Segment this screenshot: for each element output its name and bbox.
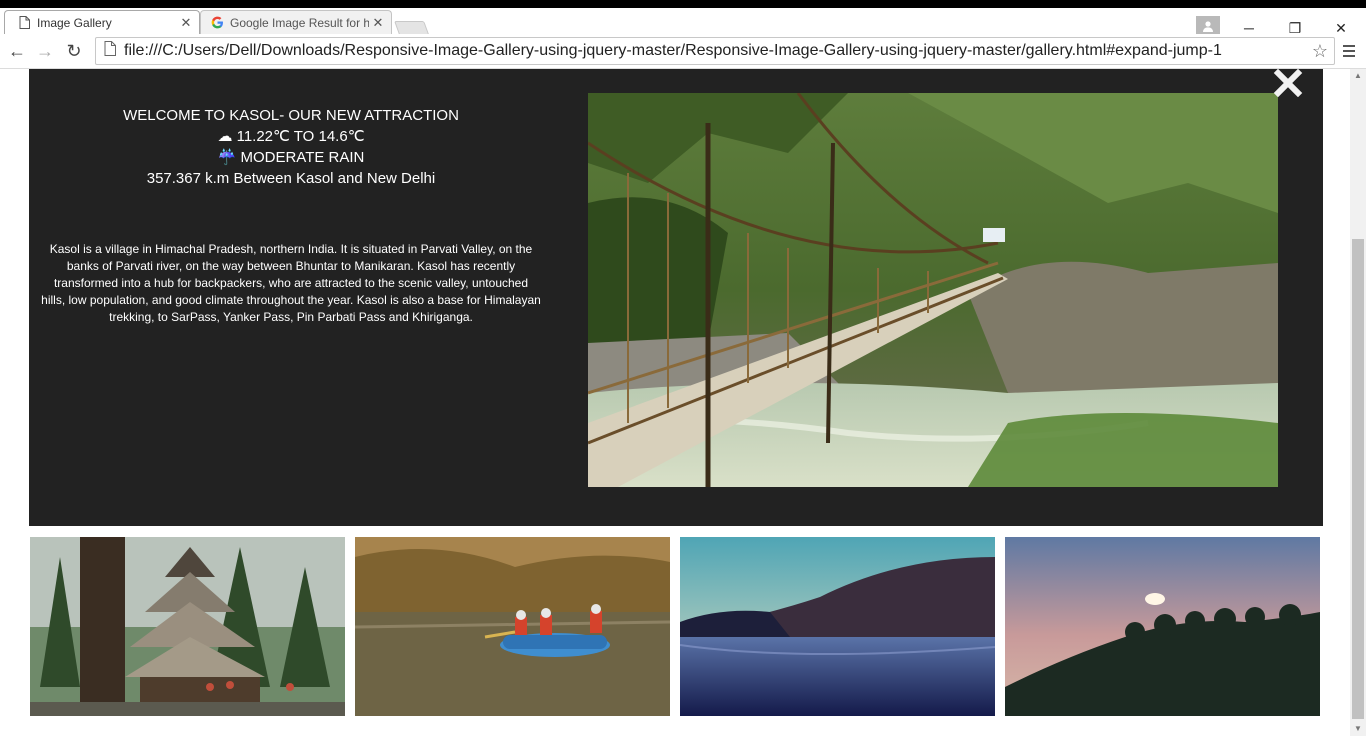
thumbnail-sunset[interactable] [1005, 537, 1320, 716]
tab-title: Image Gallery [37, 15, 112, 30]
attraction-title: WELCOME TO KASOL- OUR NEW ATTRACTION [123, 107, 459, 124]
browser-toolbar: ← → ↻ file:///C:/Users/Dell/Downloads/Re… [0, 34, 1366, 69]
tab-image-gallery[interactable]: Image Gallery ✕ [4, 10, 200, 34]
weather-condition: ☔ MODERATE RAIN [217, 149, 365, 166]
close-x-icon[interactable] [1273, 69, 1303, 98]
page-icon [17, 16, 31, 30]
info-column: WELCOME TO KASOL- OUR NEW ATTRACTION ☁ 1… [37, 105, 545, 326]
forward-button[interactable]: → [33, 40, 57, 62]
description-text: Kasol is a village in Himachal Pradesh, … [41, 242, 541, 324]
tab-strip: Image Gallery ✕ Google Image Result for … [0, 8, 1366, 37]
distance-info: 357.367 k.m Between Kasol and New Delhi [146, 170, 436, 187]
bookmark-star-icon[interactable]: ☆ [1312, 41, 1328, 62]
scroll-thumb[interactable] [1352, 239, 1364, 719]
scroll-up-arrow-icon[interactable]: ▲ [1350, 69, 1366, 83]
menu-icon[interactable] [1340, 42, 1358, 60]
address-bar[interactable]: file:///C:/Users/Dell/Downloads/Responsi… [95, 37, 1335, 65]
window-top-border [0, 0, 1366, 8]
google-icon [210, 16, 224, 30]
tab-close-icon[interactable]: ✕ [369, 15, 387, 31]
url-text: file:///C:/Users/Dell/Downloads/Responsi… [124, 42, 1222, 59]
thumbnail-lake[interactable] [680, 537, 995, 716]
hero-image-bridge [588, 93, 1278, 487]
scroll-down-arrow-icon[interactable]: ▼ [1350, 722, 1366, 736]
temperature-range: ☁ 11.22℃ TO 14.6℃ [217, 128, 365, 145]
tab-title: Google Image Result for h [230, 15, 369, 30]
tab-google-image-result[interactable]: Google Image Result for h ✕ [200, 10, 392, 34]
reload-button[interactable]: ↻ [62, 40, 86, 62]
page-viewport: WELCOME TO KASOL- OUR NEW ATTRACTION ☁ 1… [0, 69, 1350, 736]
tab-close-icon[interactable]: ✕ [177, 15, 195, 31]
vertical-scrollbar[interactable]: ▲ ▼ [1350, 69, 1366, 736]
file-icon [104, 41, 116, 61]
profile-icon[interactable] [1196, 16, 1220, 36]
back-button[interactable]: ← [5, 40, 29, 62]
thumbnail-temple[interactable] [30, 537, 345, 716]
expanded-detail-panel: WELCOME TO KASOL- OUR NEW ATTRACTION ☁ 1… [29, 69, 1323, 526]
thumbnail-rafting[interactable] [355, 537, 670, 716]
